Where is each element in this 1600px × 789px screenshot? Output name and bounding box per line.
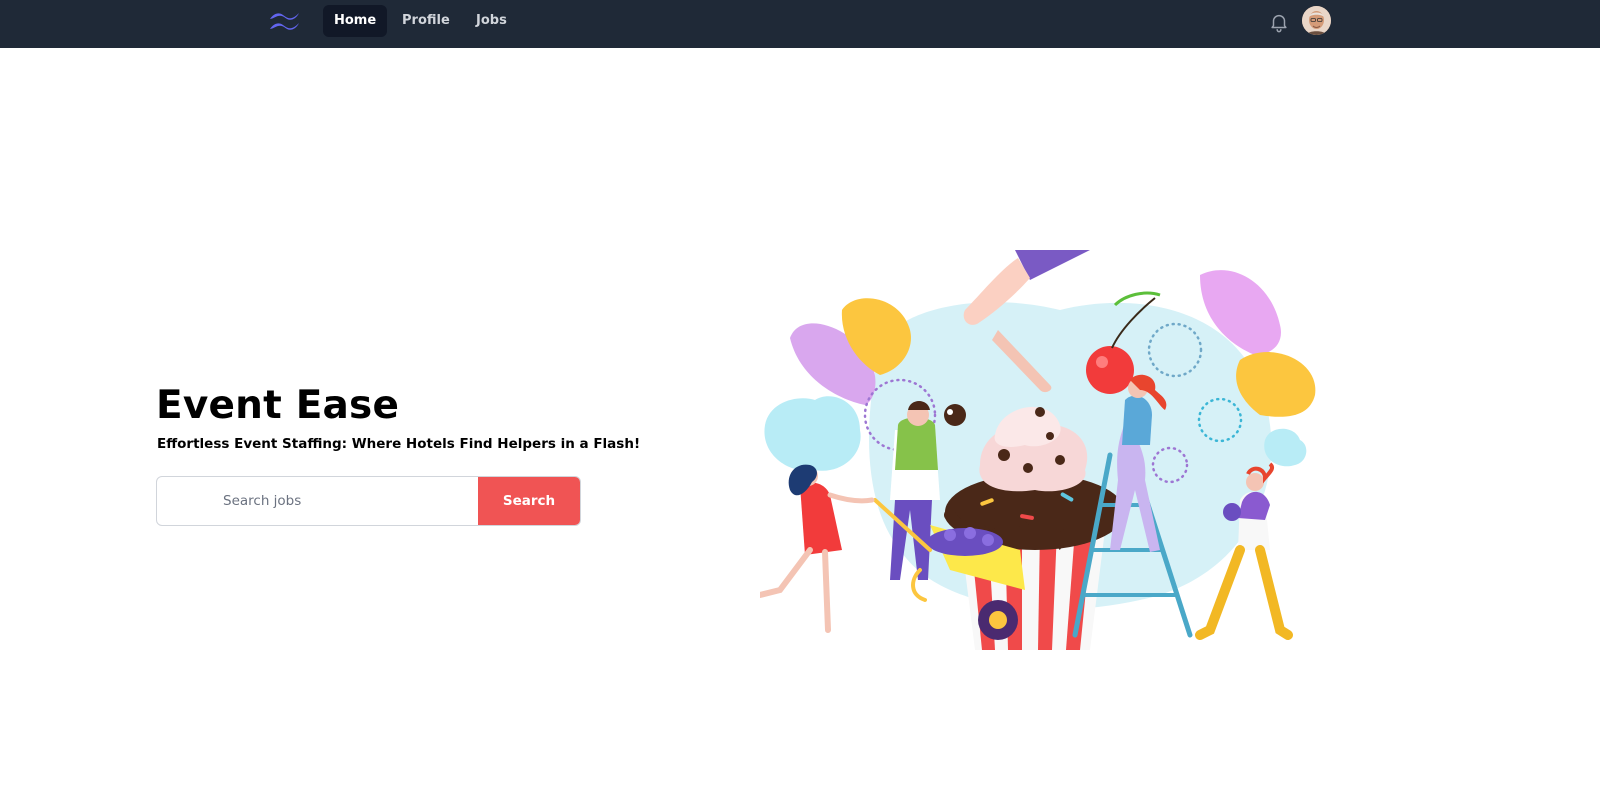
user-avatar[interactable] — [1302, 6, 1331, 35]
search-jobs-input[interactable] — [157, 477, 479, 525]
hero-title: Event Ease — [156, 383, 400, 428]
job-search-form: Search — [156, 476, 581, 526]
nav-link-jobs[interactable]: Jobs — [465, 5, 518, 37]
nav-link-home[interactable]: Home — [323, 5, 388, 37]
bell-icon[interactable] — [1268, 10, 1290, 34]
avatar-portrait-icon — [1302, 6, 1331, 35]
search-button[interactable]: Search — [478, 477, 580, 525]
top-navbar: Home Profile Jobs — [0, 0, 1600, 48]
hero-subtitle: Effortless Event Staffing: Where Hotels … — [157, 436, 641, 452]
logo-icon[interactable] — [268, 10, 302, 34]
nav-link-profile[interactable]: Profile — [391, 5, 461, 37]
cupcake-party-illustration — [760, 250, 1316, 650]
